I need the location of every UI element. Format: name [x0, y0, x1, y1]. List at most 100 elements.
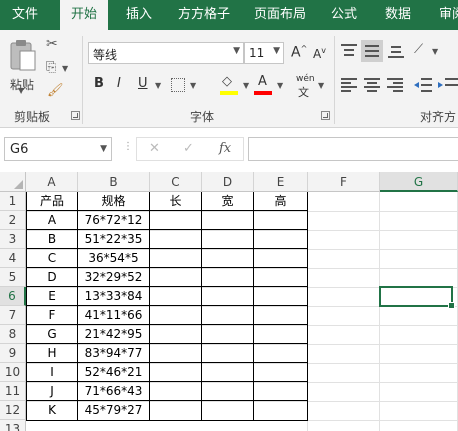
copy-dropdown-icon[interactable]: ▼	[62, 64, 68, 73]
increase-indent-icon[interactable]	[438, 78, 458, 92]
cut-icon[interactable]: ✂	[46, 36, 58, 52]
column-header-e[interactable]: E	[254, 172, 308, 192]
tab-home[interactable]: 开始	[60, 0, 108, 31]
row-header-8[interactable]: 8	[0, 325, 26, 344]
font-color-dropdown-icon[interactable]: ▼	[277, 81, 283, 90]
cell-b9[interactable]: 83*94*77	[78, 344, 149, 363]
fill-color-dropdown-icon[interactable]: ▼	[243, 81, 249, 90]
cell-b5[interactable]: 32*29*52	[78, 268, 149, 287]
orientation-dropdown-icon[interactable]: ▼	[432, 47, 438, 56]
column-header-g[interactable]: G	[380, 172, 458, 192]
underline-button[interactable]: U	[138, 76, 148, 91]
italic-button[interactable]: I	[117, 76, 121, 91]
cell-b12[interactable]: 45*79*27	[78, 401, 149, 420]
cell-a1[interactable]: 产品	[27, 192, 77, 211]
cell-b7[interactable]: 41*11*66	[78, 306, 149, 325]
tab-formulas[interactable]: 公式	[324, 0, 364, 30]
borders-dropdown-icon[interactable]: ▼	[190, 81, 196, 90]
cell-a4[interactable]: C	[27, 249, 77, 268]
align-middle-icon[interactable]	[361, 40, 383, 62]
worksheet-grid[interactable]: A B C D E F G 1 2 3 4 5 6 7 8 9 10 11 12…	[0, 172, 458, 431]
cell-b8[interactable]: 21*42*95	[78, 325, 149, 344]
font-size-select[interactable]: 11 ▼	[244, 42, 284, 64]
cell-b1[interactable]: 规格	[78, 192, 149, 211]
column-header-a[interactable]: A	[26, 172, 78, 192]
grow-font-button[interactable]: A^	[291, 44, 307, 61]
font-launcher-icon[interactable]	[321, 111, 330, 120]
cell-e1[interactable]: 高	[254, 192, 307, 211]
align-center-icon[interactable]	[364, 78, 380, 92]
formula-bar: G6 ▼ ⋮ ✕ ✓ fx	[0, 128, 458, 172]
decrease-indent-icon[interactable]	[414, 78, 432, 92]
cell-a9[interactable]: H	[27, 344, 77, 363]
borders-icon[interactable]	[171, 78, 185, 92]
cell-a3[interactable]: B	[27, 230, 77, 249]
tab-insert[interactable]: 插入	[116, 0, 162, 30]
row-header-12[interactable]: 12	[0, 401, 26, 420]
cell-c1[interactable]: 长	[150, 192, 201, 211]
column-header-f[interactable]: F	[308, 172, 380, 192]
underline-dropdown-icon[interactable]: ▼	[155, 81, 161, 90]
cell-b6[interactable]: 13*33*84	[78, 287, 149, 306]
active-cell-g6[interactable]	[379, 286, 455, 309]
tab-file[interactable]: 文件	[2, 0, 48, 30]
align-top-icon[interactable]	[341, 44, 357, 58]
cell-d1[interactable]: 宽	[202, 192, 253, 211]
phonetic-button[interactable]: wén	[296, 74, 315, 84]
align-left-icon[interactable]	[341, 78, 357, 92]
orientation-icon[interactable]: ⟋	[414, 42, 423, 57]
copy-icon[interactable]: ⎘	[46, 60, 56, 75]
bold-button[interactable]: B	[94, 76, 104, 91]
cell-b10[interactable]: 52*46*21	[78, 363, 149, 382]
tab-fangfang[interactable]: 方方格子	[172, 0, 236, 30]
font-name-select[interactable]: 等线 ▼	[88, 42, 244, 64]
row-header-1[interactable]: 1	[0, 192, 26, 211]
tab-page-layout[interactable]: 页面布局	[248, 0, 312, 30]
formula-bar-handle-icon[interactable]: ⋮	[123, 141, 133, 152]
row-header-6[interactable]: 6	[0, 287, 26, 306]
select-all-button[interactable]	[0, 172, 26, 192]
align-right-icon[interactable]	[387, 78, 403, 92]
name-box[interactable]: G6 ▼	[4, 137, 112, 161]
formula-input[interactable]	[248, 137, 458, 161]
cell-a6[interactable]: E	[27, 287, 77, 306]
cell-a5[interactable]: D	[27, 268, 77, 287]
column-header-c[interactable]: C	[150, 172, 202, 192]
cell-a10[interactable]: I	[27, 363, 77, 382]
format-painter-icon[interactable]: 🖌	[47, 83, 64, 98]
row-header-4[interactable]: 4	[0, 249, 26, 268]
cell-a2[interactable]: A	[27, 211, 77, 230]
alignment-group-label: 对齐方	[420, 110, 457, 124]
cell-b3[interactable]: 51*22*35	[78, 230, 149, 249]
row-header-7[interactable]: 7	[0, 306, 26, 325]
column-header-b[interactable]: B	[78, 172, 150, 192]
cell-b11[interactable]: 71*66*43	[78, 382, 149, 401]
tab-data[interactable]: 数据	[376, 0, 420, 30]
paste-dropdown-icon[interactable]: ▼	[18, 86, 24, 95]
cell-a8[interactable]: G	[27, 325, 77, 344]
row-header-3[interactable]: 3	[0, 230, 26, 249]
cell-a11[interactable]: J	[27, 382, 77, 401]
clipboard-launcher-icon[interactable]	[71, 111, 80, 120]
row-header-10[interactable]: 10	[0, 363, 26, 382]
insert-function-button[interactable]: fx	[219, 141, 231, 156]
row-header-13[interactable]: 13	[0, 420, 26, 431]
row-header-11[interactable]: 11	[0, 382, 26, 401]
cell-b4[interactable]: 36*54*5	[78, 249, 149, 268]
cell-b2[interactable]: 76*72*12	[78, 211, 149, 230]
align-bottom-icon[interactable]	[388, 44, 404, 58]
shrink-font-button[interactable]: Av	[313, 46, 326, 61]
font-color-button[interactable]: A	[254, 74, 274, 96]
row-header-2[interactable]: 2	[0, 211, 26, 230]
enter-icon[interactable]: ✓	[183, 141, 194, 156]
fill-color-button[interactable]: ◇	[220, 74, 240, 96]
column-header-d[interactable]: D	[202, 172, 254, 192]
row-header-5[interactable]: 5	[0, 268, 26, 287]
cell-a7[interactable]: F	[27, 306, 77, 325]
phonetic-dropdown-icon[interactable]: ▼	[318, 81, 324, 90]
cell-a12[interactable]: K	[27, 401, 77, 420]
ribbon: 粘贴 ▼ ✂ ⎘ ▼ 🖌 剪贴板 等线 ▼ 11 ▼ A^ Av B I U ▼…	[0, 30, 458, 128]
row-header-9[interactable]: 9	[0, 344, 26, 363]
cancel-icon[interactable]: ✕	[149, 141, 160, 156]
tab-review[interactable]: 审阅	[432, 0, 458, 30]
